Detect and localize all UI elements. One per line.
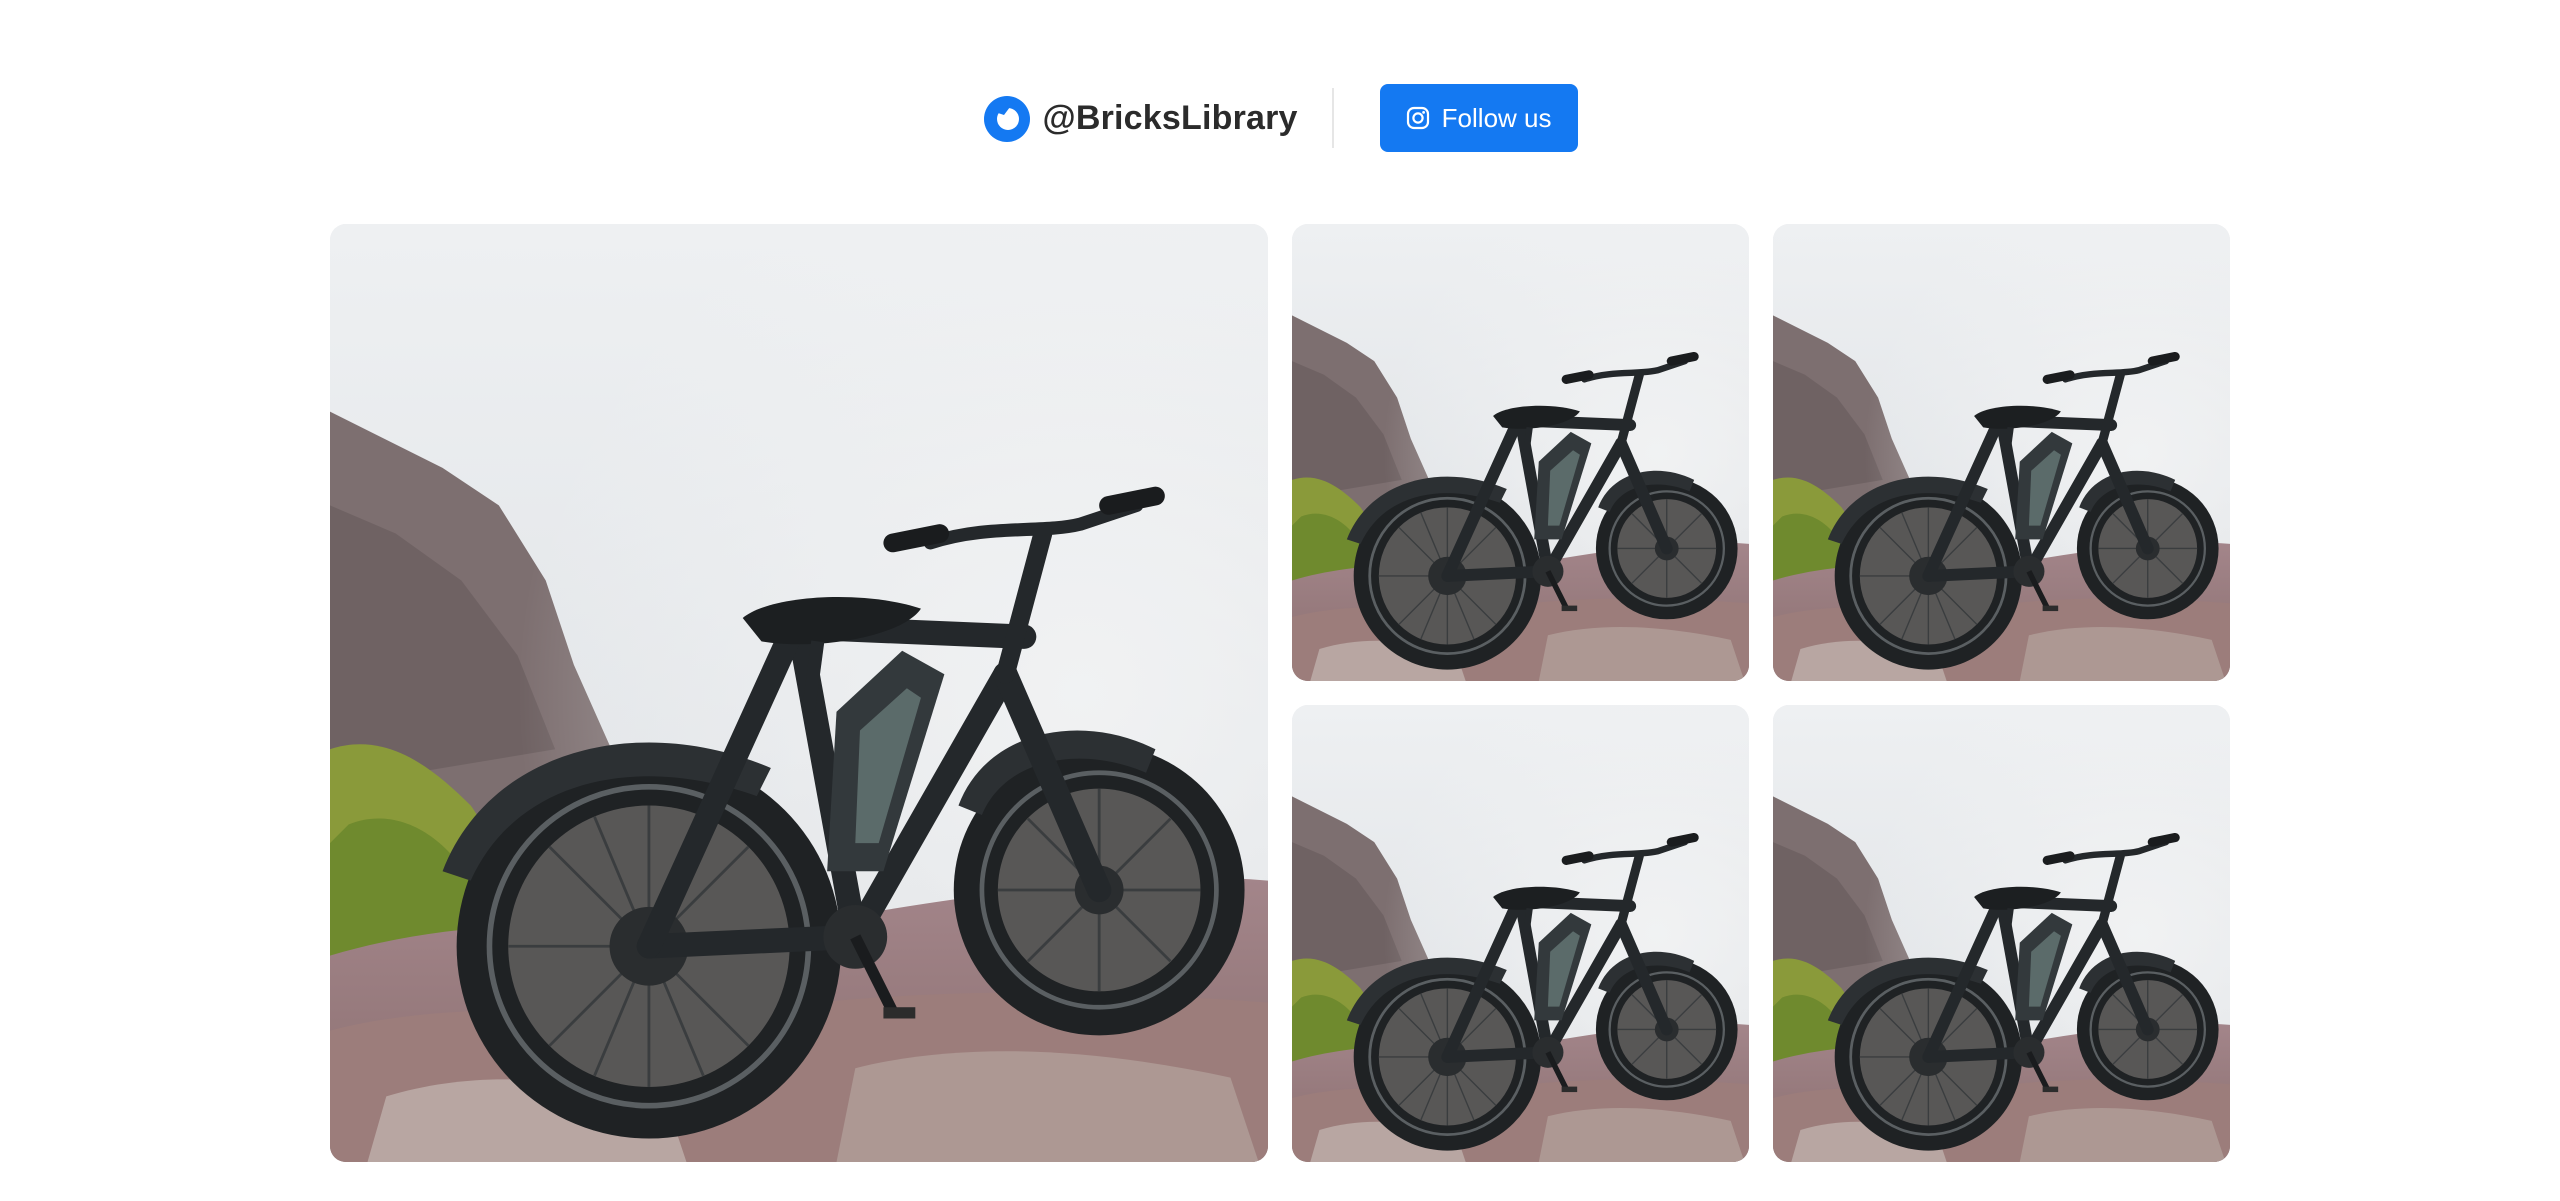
gallery-photo-4[interactable] (1292, 705, 1749, 1162)
brand-name: @BricksLibrary (1042, 98, 1298, 137)
bricks-logo-icon (984, 96, 1031, 142)
gallery-photo-2[interactable] (1292, 224, 1749, 681)
photo-gallery (330, 224, 2230, 1162)
instagram-icon (1406, 106, 1429, 130)
header: @BricksLibrary Follow us (0, 84, 2560, 152)
bike-photo (1292, 705, 1749, 1162)
gallery-photo-3[interactable] (1773, 224, 2230, 681)
gallery-photo-5[interactable] (1773, 705, 2230, 1162)
brand-link[interactable]: @BricksLibrary (982, 93, 1297, 143)
bike-photo (1773, 705, 2230, 1162)
page: @BricksLibrary Follow us (0, 0, 2560, 1201)
header-divider (1331, 88, 1334, 148)
follow-us-label: Follow us (1441, 102, 1552, 133)
follow-us-button[interactable]: Follow us (1379, 84, 1578, 152)
gallery-photo-large[interactable] (330, 224, 1268, 1162)
bike-photo (1773, 224, 2230, 681)
bike-photo (330, 224, 1268, 1162)
bike-photo (1292, 224, 1749, 681)
